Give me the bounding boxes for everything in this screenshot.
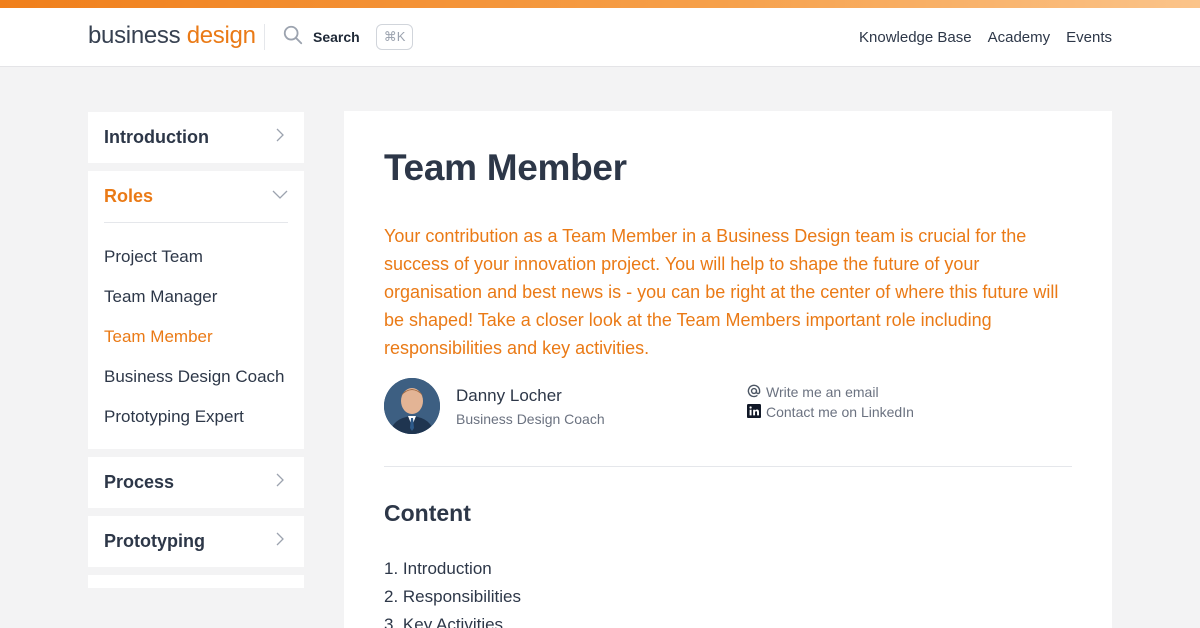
sidebar-section-prototyping: Prototyping: [88, 516, 304, 567]
avatar: [384, 378, 440, 434]
sidebar-section-header[interactable]: Roles: [88, 171, 304, 222]
linkedin-link-label: Contact me on LinkedIn: [766, 404, 914, 420]
sidebar-section-label: Introduction: [104, 127, 209, 147]
author-contact-links: Write me an email Contact me on LinkedIn: [747, 382, 914, 422]
search-icon: [282, 24, 304, 51]
logo-text-business: business: [88, 22, 187, 49]
sidebar: Introduction Roles Project Team Team Man…: [88, 112, 304, 588]
chevron-down-icon: [272, 186, 288, 207]
top-navigation: Knowledge Base Academy Events: [859, 8, 1112, 66]
email-link-label: Write me an email: [766, 384, 879, 400]
brand-top-bar: [0, 0, 1200, 8]
linkedin-link[interactable]: Contact me on LinkedIn: [747, 402, 914, 422]
logo-text-design: design: [186, 22, 256, 49]
linkedin-icon: [747, 403, 766, 421]
chevron-right-icon: [272, 472, 288, 493]
author-card: Danny Locher Business Design Coach Write…: [384, 378, 1072, 434]
nav-events[interactable]: Events: [1066, 29, 1112, 46]
sidebar-section-header[interactable]: Introduction: [88, 112, 304, 163]
sidebar-section-header[interactable]: Prototyping: [88, 516, 304, 567]
sidebar-section-partial[interactable]: [88, 575, 304, 588]
sidebar-section-process: Process: [88, 457, 304, 508]
nav-knowledge-base[interactable]: Knowledge Base: [859, 29, 972, 46]
sidebar-item-team-member[interactable]: Team Member: [104, 317, 288, 357]
logo[interactable]: business design: [88, 22, 256, 50]
author-name: Danny Locher: [456, 386, 562, 405]
author-role: Business Design Coach: [456, 411, 605, 427]
intro-paragraph: Your contribution as a Team Member in a …: [384, 226, 1059, 358]
table-of-contents: 1. Introduction 2. Responsibilities 3. K…: [384, 555, 521, 628]
sidebar-subitems: Project Team Team Manager Team Member Bu…: [88, 222, 304, 449]
sidebar-section-introduction: Introduction: [88, 112, 304, 163]
toc-item-responsibilities[interactable]: 2. Responsibilities: [384, 583, 521, 611]
nav-academy[interactable]: Academy: [988, 29, 1051, 46]
toc-item-key-activities[interactable]: 3. Key Activities: [384, 611, 521, 628]
search-button[interactable]: Search ⌘K: [282, 22, 414, 52]
chevron-right-icon: [272, 127, 288, 148]
search-shortcut-badge: ⌘K: [375, 24, 414, 50]
sidebar-item-business-design-coach[interactable]: Business Design Coach: [104, 357, 288, 397]
divider: [104, 222, 288, 223]
sidebar-section-roles: Roles Project Team Team Manager Team Mem…: [88, 171, 304, 449]
main-content: Team Member Your contribution as a Team …: [344, 111, 1112, 628]
email-link[interactable]: Write me an email: [747, 382, 914, 402]
sidebar-section-header[interactable]: Process: [88, 457, 304, 508]
at-icon: [747, 384, 766, 401]
chevron-right-icon: [272, 531, 288, 552]
page-title: Team Member: [384, 147, 627, 188]
contents-heading: Content: [384, 500, 471, 526]
sidebar-item-project-team[interactable]: Project Team: [104, 237, 288, 277]
header-divider: [264, 24, 265, 50]
sidebar-item-prototyping-expert[interactable]: Prototyping Expert: [104, 397, 288, 437]
sidebar-section-label: Process: [104, 472, 175, 492]
divider: [384, 466, 1072, 467]
toc-item-introduction[interactable]: 1. Introduction: [384, 555, 521, 583]
sidebar-section-label: Prototyping: [104, 531, 205, 551]
sidebar-section-label: Roles: [104, 186, 154, 206]
search-label: Search: [313, 29, 360, 45]
sidebar-item-team-manager[interactable]: Team Manager: [104, 277, 288, 317]
